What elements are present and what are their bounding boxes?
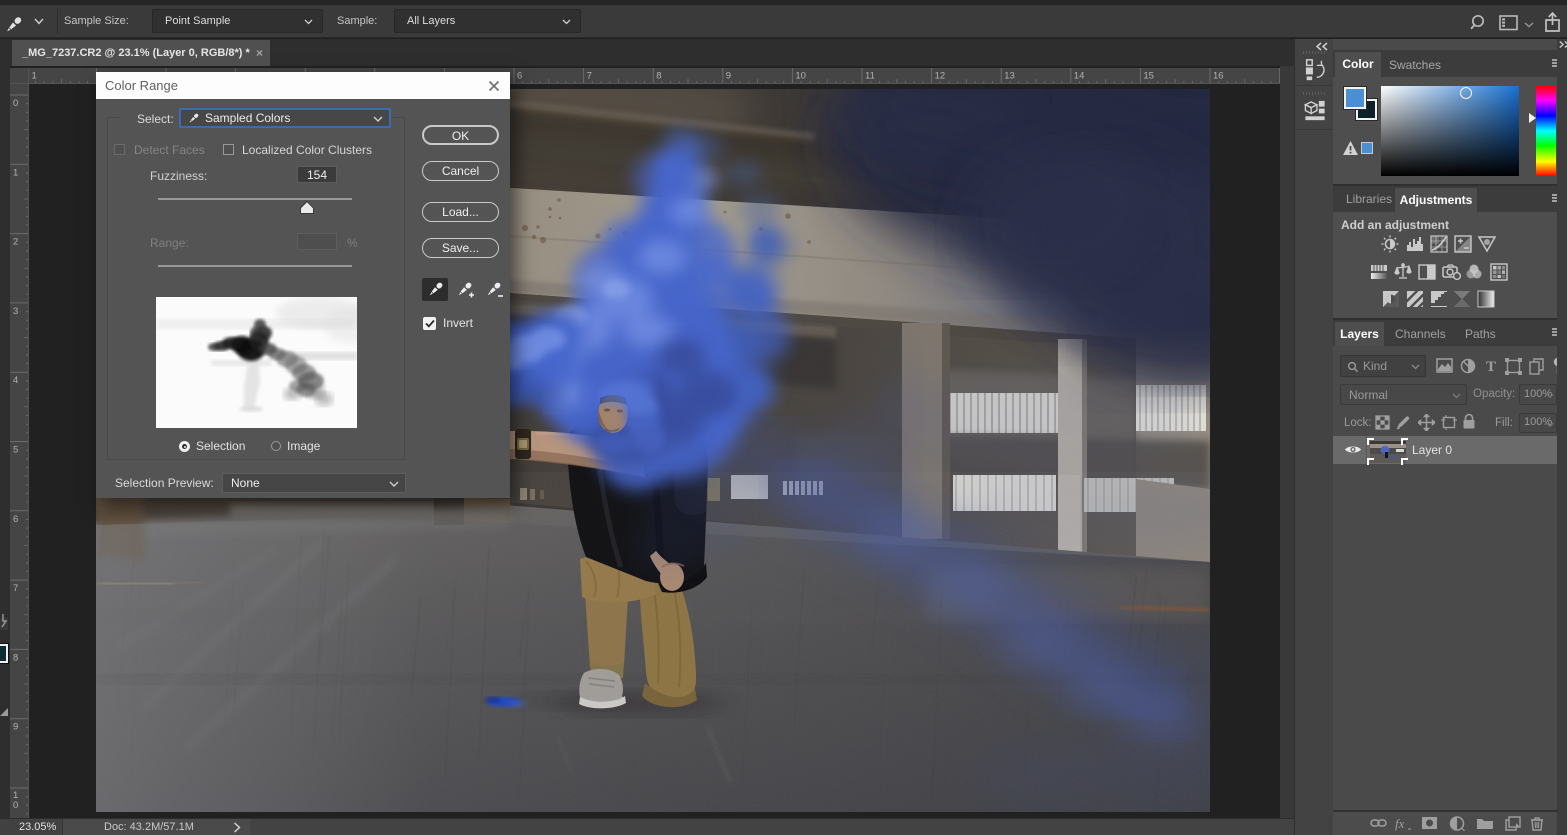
svg-text:0: 0 bbox=[13, 800, 18, 811]
svg-text:9: 9 bbox=[13, 722, 18, 733]
svg-text:0: 0 bbox=[13, 98, 18, 109]
svg-text:14: 14 bbox=[1074, 71, 1085, 82]
svg-text:8: 8 bbox=[656, 71, 661, 82]
svg-text:6: 6 bbox=[517, 71, 522, 82]
svg-text:T: T bbox=[1486, 359, 1496, 374]
svg-text:9: 9 bbox=[726, 71, 731, 82]
svg-text:1: 1 bbox=[32, 71, 37, 82]
svg-text:6: 6 bbox=[13, 514, 18, 525]
svg-text:13: 13 bbox=[1004, 71, 1015, 82]
svg-text:1: 1 bbox=[13, 167, 18, 178]
svg-text:7: 7 bbox=[587, 71, 592, 82]
svg-text:8: 8 bbox=[13, 652, 18, 663]
svg-text:11: 11 bbox=[865, 71, 875, 82]
svg-text:12: 12 bbox=[935, 71, 946, 82]
svg-text:7: 7 bbox=[13, 583, 18, 594]
svg-text:16: 16 bbox=[1213, 71, 1224, 82]
svg-text:2: 2 bbox=[13, 237, 18, 248]
svg-text:15: 15 bbox=[1143, 71, 1154, 82]
svg-text:10: 10 bbox=[795, 71, 806, 82]
svg-text:4: 4 bbox=[13, 375, 18, 386]
svg-text:3: 3 bbox=[13, 306, 18, 317]
svg-text:fx: fx bbox=[1395, 816, 1405, 831]
svg-text:5: 5 bbox=[13, 445, 18, 456]
